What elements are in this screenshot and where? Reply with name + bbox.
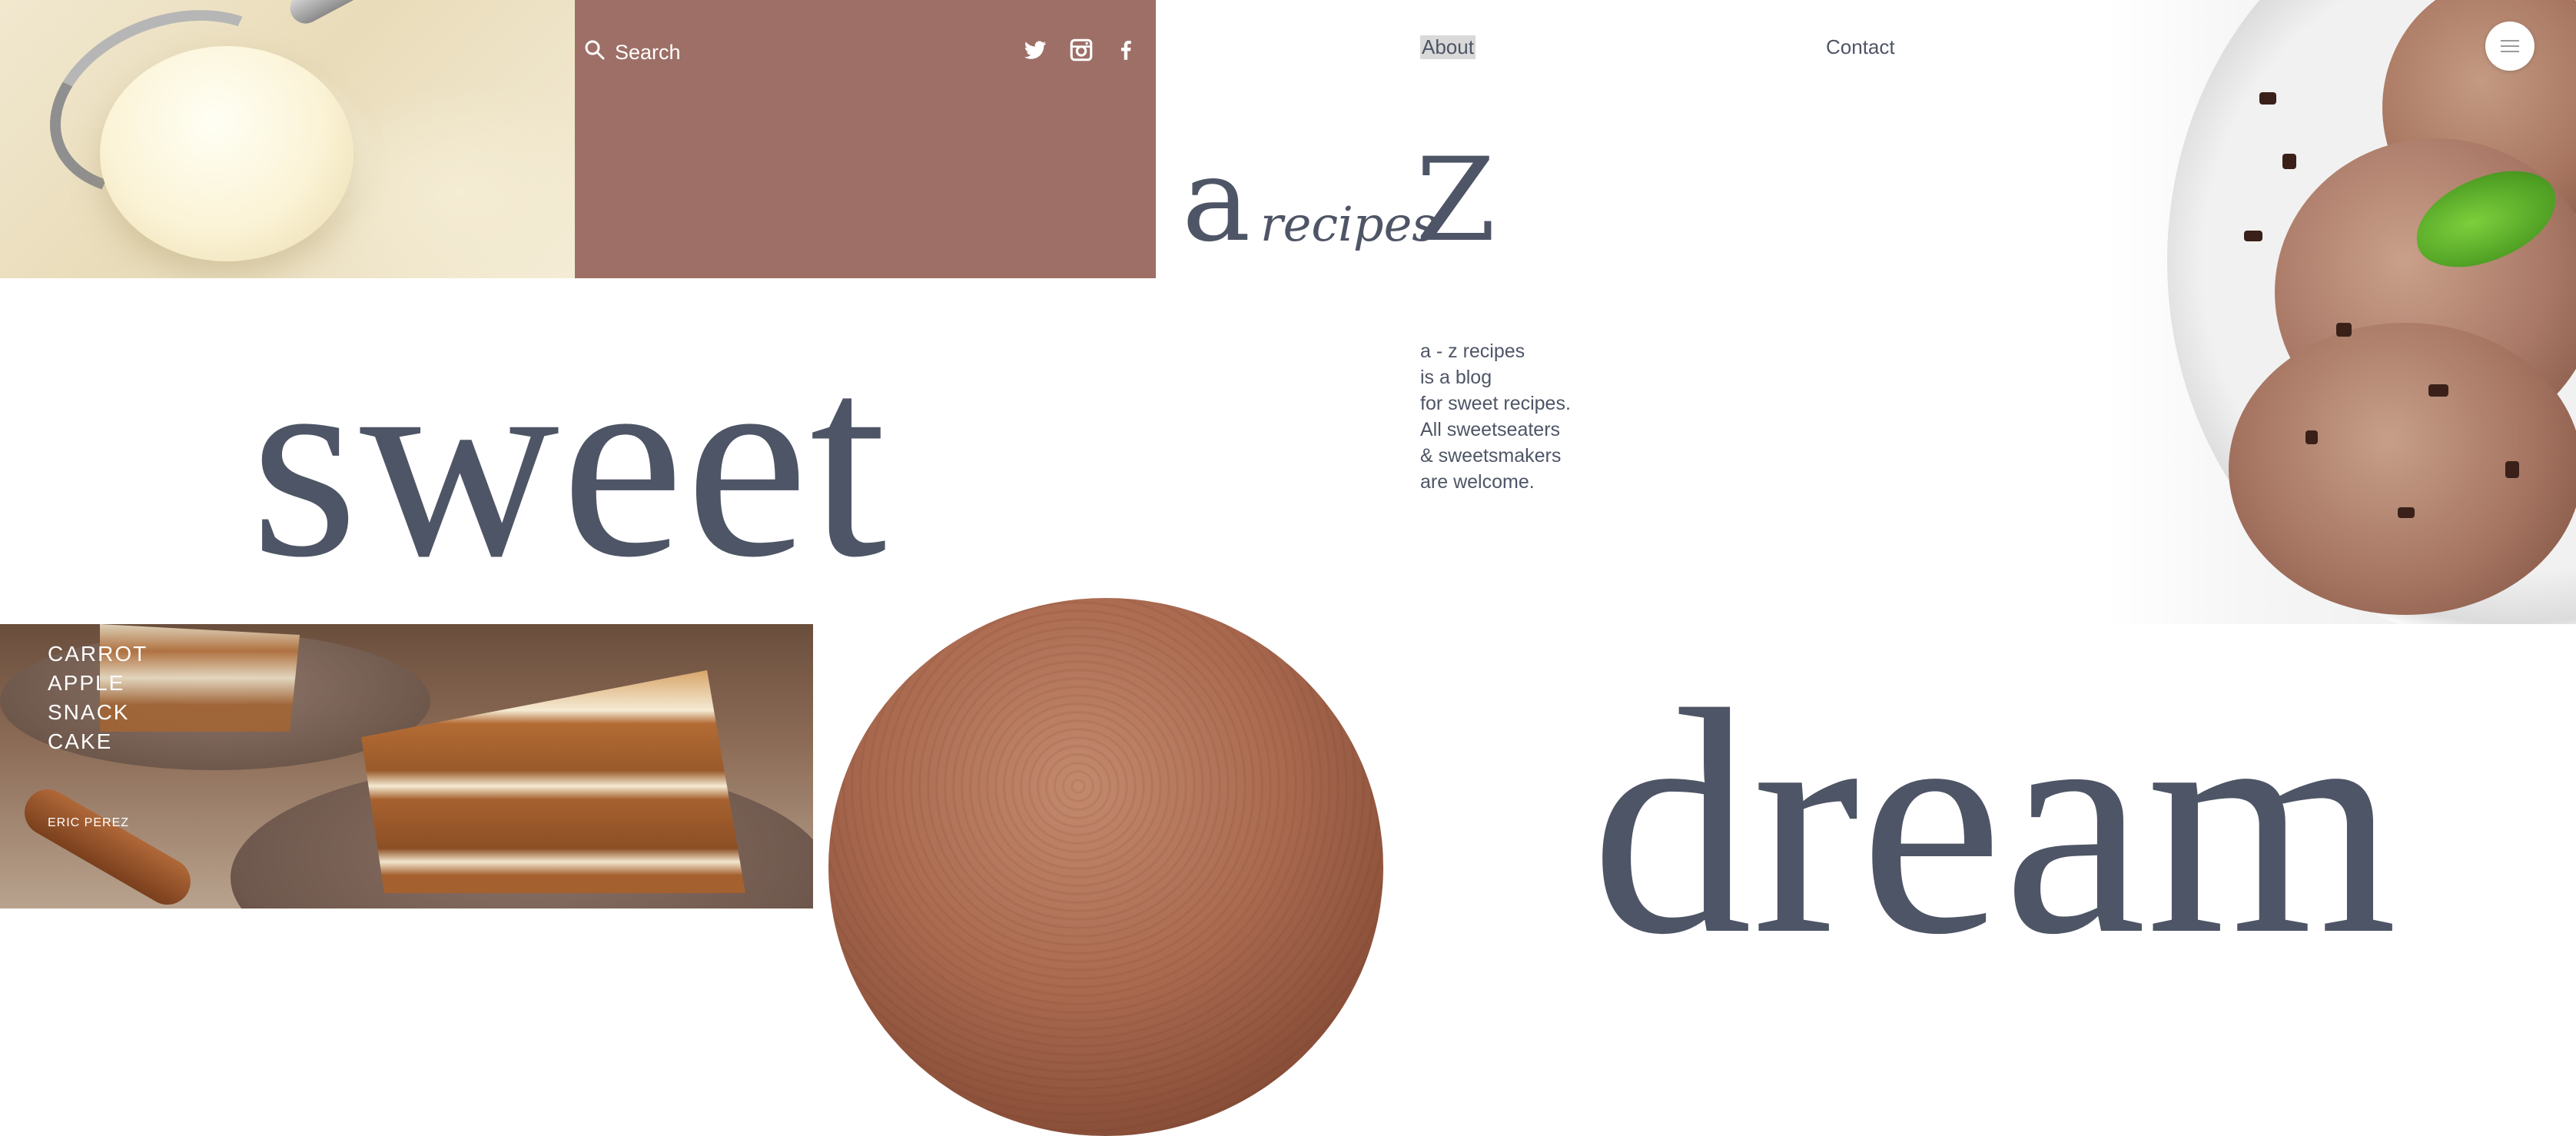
recipe-title-line: CAKE — [48, 729, 113, 753]
chocolate-chip — [2282, 154, 2296, 169]
chocolate-ice-cream-bowl-image — [2106, 0, 2576, 624]
scoop-handle — [284, 0, 476, 29]
description-line: are welcome. — [1420, 471, 1535, 493]
chocolate-chip — [2336, 323, 2352, 337]
recipe-title-line: CARROT — [48, 642, 148, 666]
twitter-icon[interactable] — [1022, 37, 1048, 63]
nav-about-link[interactable]: About — [1420, 35, 1476, 59]
description-line: is a blog — [1420, 367, 1492, 388]
chocolate-scoop — [2229, 323, 2576, 615]
description-line: for sweet recipes. — [1420, 393, 1571, 414]
search-panel: Search — [575, 0, 1156, 278]
facebook-icon[interactable] — [1113, 37, 1139, 63]
chocolate-chip — [2428, 384, 2448, 397]
search-icon — [584, 39, 606, 66]
cinnamon-sticks — [16, 781, 199, 908]
vanilla-scoop — [100, 46, 354, 261]
recipe-title[interactable]: CARROT APPLE SNACK CAKE — [48, 639, 148, 756]
hamburger-icon-line — [2501, 45, 2519, 47]
blog-description: a - z recipes is a blog for sweet recipe… — [1420, 338, 1571, 495]
search-box[interactable]: Search — [584, 38, 681, 66]
chocolate-chip — [2505, 461, 2519, 478]
chocolate-chip — [2259, 92, 2276, 105]
nav-contact-link[interactable]: Contact — [1826, 35, 1895, 59]
chocolate-chip — [2305, 430, 2318, 444]
recipe-title-line: SNACK — [48, 700, 130, 724]
hamburger-icon-line — [2501, 40, 2519, 42]
search-label: Search — [615, 40, 681, 64]
description-line: a - z recipes — [1420, 340, 1525, 362]
carrot-cake-recipe-card[interactable]: CARROT APPLE SNACK CAKE ERIC PEREZ — [0, 624, 813, 908]
description-line: All sweetseaters — [1420, 419, 1561, 440]
recipe-title-line: APPLE — [48, 671, 125, 695]
logo-letter-z: Z — [1416, 134, 1496, 267]
chocolate-chip — [2244, 231, 2262, 241]
menu-button[interactable] — [2485, 22, 2535, 71]
logo-letter-a: a — [1182, 134, 1251, 267]
hero-word-dream: dream — [1591, 643, 2398, 1001]
hamburger-icon-line — [2501, 51, 2519, 52]
chocolate-ice-cream-scoop-image — [828, 598, 1383, 1136]
chocolate-chip — [2398, 507, 2415, 518]
recipe-author: ERIC PEREZ — [48, 816, 130, 829]
instagram-icon[interactable] — [1068, 37, 1094, 63]
hero-word-sweet: sweet — [251, 307, 888, 614]
vanilla-ice-cream-image — [0, 0, 575, 278]
description-line: & sweetsmakers — [1420, 445, 1562, 467]
logo-recipes-script: recipes — [1260, 196, 1437, 252]
